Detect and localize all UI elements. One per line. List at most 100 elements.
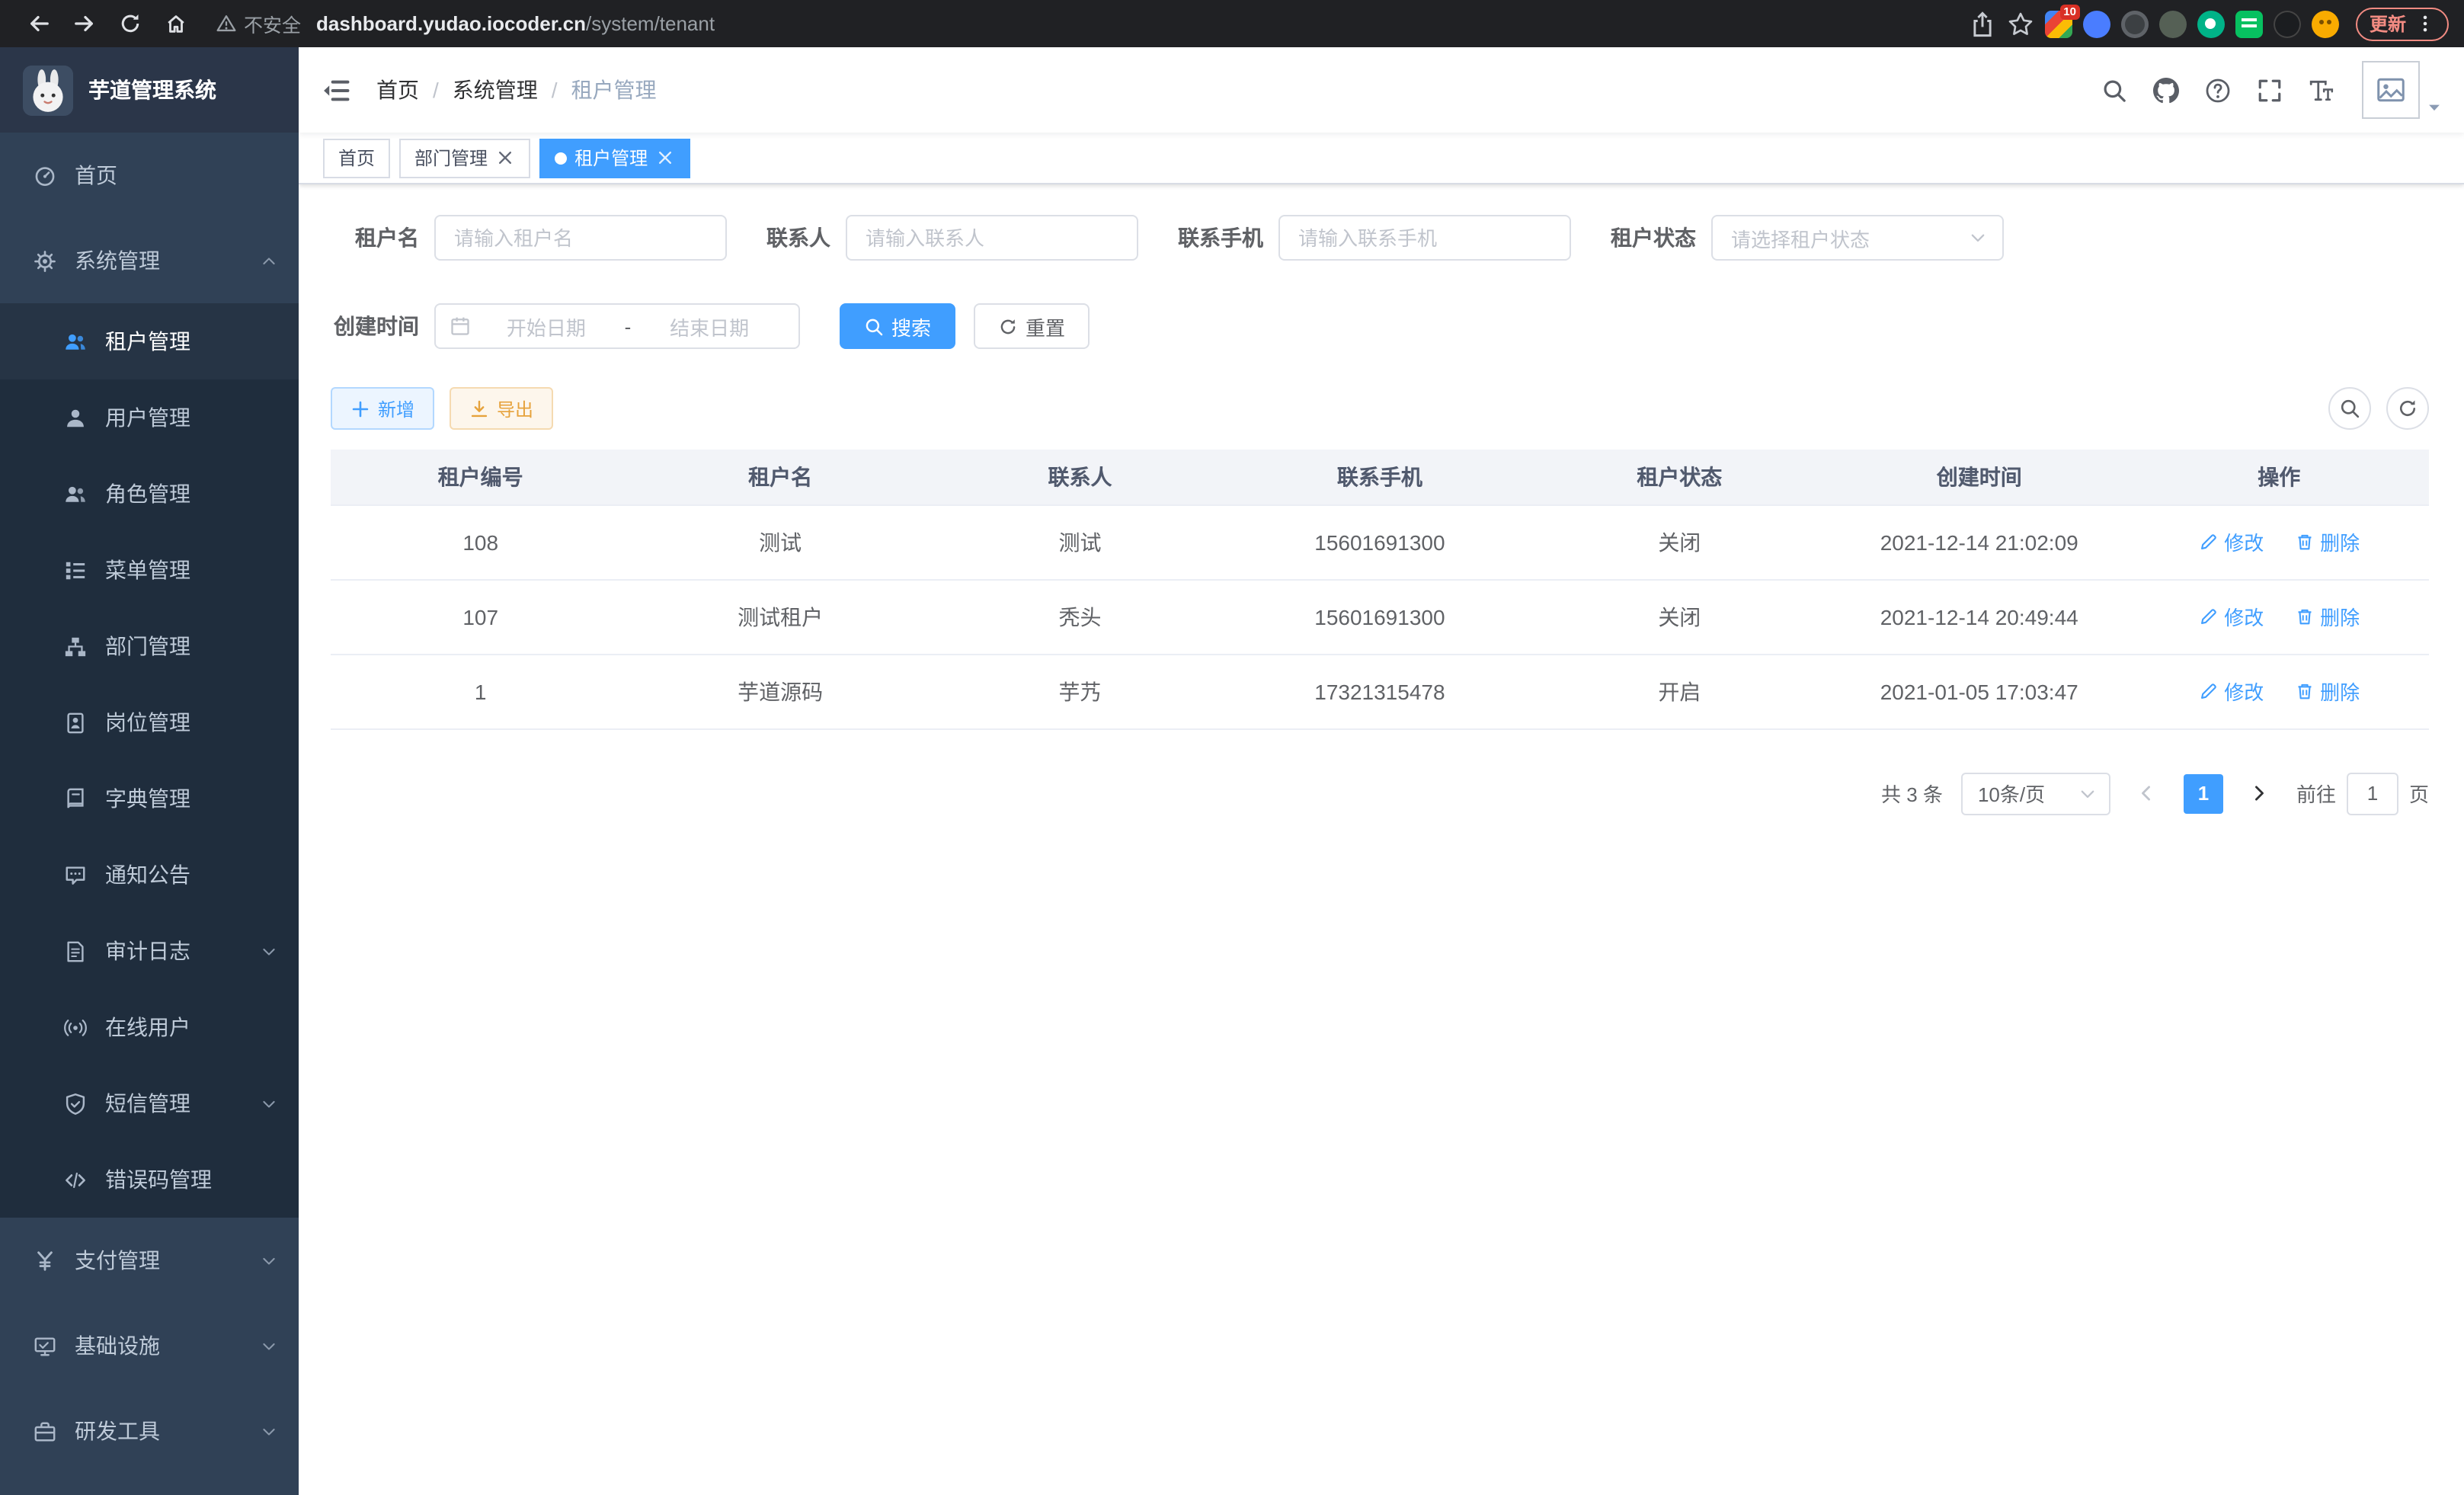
- address-bar[interactable]: dashboard.yudao.iocoder.cn/system/tenant: [316, 12, 1969, 35]
- sidebar-item-home[interactable]: 首页: [0, 133, 299, 218]
- tab-close-icon[interactable]: [495, 148, 515, 168]
- font-size-icon: [2308, 77, 2334, 103]
- tab-close-icon[interactable]: [655, 148, 675, 168]
- delete-button[interactable]: 删除: [2294, 602, 2360, 631]
- column-header: 联系人: [930, 450, 1230, 504]
- edit-button[interactable]: 修改: [2198, 677, 2264, 706]
- sidebar-item-dept-management[interactable]: 部门管理: [0, 608, 299, 684]
- edit-button[interactable]: 修改: [2198, 527, 2264, 556]
- header-search-button[interactable]: [2088, 56, 2139, 123]
- sidebar-item-user-management[interactable]: 用户管理: [0, 379, 299, 456]
- sidebar-collapse-button[interactable]: [322, 75, 350, 104]
- extension-icon-black[interactable]: [2274, 10, 2301, 37]
- org-tree-icon: [64, 635, 87, 658]
- add-button[interactable]: 新增: [331, 387, 434, 430]
- sidebar-item-system-management[interactable]: 系统管理: [0, 218, 299, 303]
- sidebar-item-online-users[interactable]: 在线用户: [0, 989, 299, 1065]
- sidebar-item-role-management[interactable]: 角色管理: [0, 456, 299, 532]
- audit-log-icon: [64, 940, 87, 962]
- sidebar-item-payment-management[interactable]: 支付管理: [0, 1218, 299, 1303]
- sidebar-item-label: 短信管理: [105, 1088, 190, 1119]
- chevron-down-icon: [261, 1423, 277, 1439]
- error-code-icon: [64, 1168, 87, 1191]
- tab-home[interactable]: 首页: [323, 138, 390, 178]
- broken-image-icon: [2376, 75, 2406, 105]
- sidebar: 芋道管理系统 首页 系统管理 租户管理 用户管理 角色管理: [0, 47, 299, 1495]
- search-button[interactable]: 搜索: [840, 303, 955, 349]
- sidebar-item-infrastructure[interactable]: 基础设施: [0, 1303, 299, 1388]
- sidebar-logo[interactable]: 芋道管理系统: [0, 47, 299, 133]
- font-size-button[interactable]: [2295, 56, 2347, 123]
- sidebar-item-notice[interactable]: 通知公告: [0, 837, 299, 913]
- page-unit-label: 页: [2409, 779, 2429, 808]
- browser-back-button[interactable]: [20, 5, 56, 42]
- user-menu-caret-icon[interactable]: [2426, 98, 2443, 115]
- sidebar-item-label: 通知公告: [105, 860, 190, 890]
- tab-dept-management[interactable]: 部门管理: [399, 138, 530, 178]
- home-icon: [164, 12, 187, 35]
- export-button[interactable]: 导出: [450, 387, 553, 430]
- end-date-placeholder[interactable]: 结束日期: [634, 312, 785, 341]
- user-avatar[interactable]: [2362, 61, 2420, 119]
- extension-icon-blue[interactable]: [2083, 10, 2110, 37]
- chevron-down-icon: [261, 1095, 277, 1112]
- cell-contact: 测试: [930, 504, 1230, 579]
- page-number-1[interactable]: 1: [2184, 773, 2223, 813]
- breadcrumb-home[interactable]: 首页: [376, 75, 419, 105]
- delete-button[interactable]: 删除: [2294, 527, 2360, 556]
- extension-icon-dark-ring[interactable]: [2121, 10, 2149, 37]
- goto-page-input[interactable]: [2347, 772, 2398, 815]
- create-time-range-picker[interactable]: 开始日期 - 结束日期: [434, 303, 800, 349]
- tenant-table: 租户编号 租户名 联系人 联系手机 租户状态 创建时间 操作 108 测试 测试: [331, 450, 2429, 729]
- page-size-select[interactable]: 10条/页: [1961, 772, 2110, 815]
- breadcrumb: 首页 / 系统管理 / 租户管理: [376, 75, 657, 105]
- tab-tenant-management[interactable]: 租户管理: [539, 138, 690, 178]
- sidebar-item-label: 部门管理: [105, 631, 190, 661]
- bookmark-star-icon[interactable]: [2007, 10, 2034, 37]
- site-security-chip[interactable]: 不安全: [216, 9, 301, 38]
- delete-button[interactable]: 删除: [2294, 677, 2360, 706]
- extension-icon-gray[interactable]: [2159, 10, 2187, 37]
- sidebar-item-sms-management[interactable]: 短信管理: [0, 1065, 299, 1141]
- table-row: 1 芋道源码 芋艿 17321315478 开启 2021-01-05 17:0…: [331, 654, 2429, 728]
- contact-label: 联系人: [766, 222, 830, 253]
- extension-icon-avatar[interactable]: [2312, 10, 2339, 37]
- sidebar-item-error-code-management[interactable]: 错误码管理: [0, 1141, 299, 1218]
- table-header-row: 租户编号 租户名 联系人 联系手机 租户状态 创建时间 操作: [331, 450, 2429, 504]
- tenant-name-input[interactable]: [434, 215, 727, 261]
- prev-page-button[interactable]: [2129, 773, 2165, 813]
- extension-icon-green-circle[interactable]: [2197, 10, 2225, 37]
- cell-tenant-id: 1: [331, 654, 630, 728]
- browser-home-button[interactable]: [157, 5, 194, 42]
- table-refresh-button[interactable]: [2386, 387, 2429, 430]
- github-link[interactable]: [2139, 56, 2191, 123]
- fullscreen-button[interactable]: [2243, 56, 2295, 123]
- date-range-separator: -: [622, 315, 635, 338]
- start-date-placeholder[interactable]: 开始日期: [471, 312, 622, 341]
- sidebar-item-post-management[interactable]: 岗位管理: [0, 684, 299, 760]
- chrome-update-button[interactable]: 更新: [2356, 7, 2449, 40]
- contact-input[interactable]: [846, 215, 1138, 261]
- next-page-button[interactable]: [2242, 773, 2278, 813]
- share-icon[interactable]: [1969, 10, 1996, 37]
- extension-icon-colorful[interactable]: 10: [2045, 10, 2072, 37]
- page-size-value: 10条/页: [1978, 779, 2078, 808]
- status-select[interactable]: 请选择租户状态: [1711, 215, 2004, 261]
- edit-button[interactable]: 修改: [2198, 602, 2264, 631]
- sidebar-item-menu-management[interactable]: 菜单管理: [0, 532, 299, 608]
- question-circle-icon: [2204, 77, 2230, 103]
- phone-input[interactable]: [1278, 215, 1571, 261]
- reset-button[interactable]: 重置: [974, 303, 1090, 349]
- extension-icon-green-square[interactable]: [2235, 10, 2263, 37]
- docs-help-button[interactable]: [2191, 56, 2243, 123]
- browser-forward-button[interactable]: [66, 5, 102, 42]
- table-search-toggle-button[interactable]: [2328, 387, 2371, 430]
- browser-reload-button[interactable]: [111, 5, 148, 42]
- sidebar-item-audit-log[interactable]: 审计日志: [0, 913, 299, 989]
- sidebar-item-dict-management[interactable]: 字典管理: [0, 760, 299, 837]
- chevron-down-icon: [261, 1252, 277, 1269]
- breadcrumb-system[interactable]: 系统管理: [453, 75, 538, 105]
- delete-label: 删除: [2320, 677, 2360, 706]
- sidebar-item-tenant-management[interactable]: 租户管理: [0, 303, 299, 379]
- sidebar-item-dev-tools[interactable]: 研发工具: [0, 1388, 299, 1474]
